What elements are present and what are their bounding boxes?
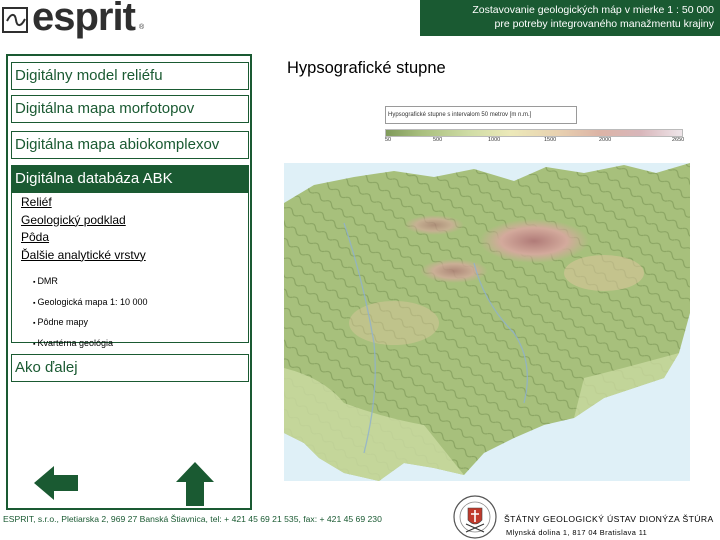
bullet-item: Pôdne mapy [33, 313, 248, 334]
logo-text: esprit [32, 0, 136, 39]
menu-item-morfotopy[interactable]: Digitálna mapa morfotopov [11, 95, 249, 123]
project-title-line1: Zostavovanie geologických máp v mierke 1… [472, 4, 714, 16]
bullet-item: Geologická mapa 1: 10 000 [33, 293, 248, 314]
menu-item-databaza-abk-title[interactable]: Digitálna databáza ABK [12, 166, 248, 193]
legend-tick: 1500 [544, 137, 557, 143]
legend-tick: 50 [385, 137, 392, 143]
esprit-logo: esprit ® [2, 0, 162, 39]
arrow-up-icon[interactable] [170, 458, 220, 508]
page-title: Hypsografické stupne [287, 59, 446, 77]
bullet-list: DMR Geologická mapa 1: 10 000 Pôdne mapy… [12, 264, 248, 354]
footer-org-address: Mlynská dolina 1, 817 04 Bratislava 11 [506, 528, 648, 537]
project-title-bar: Zostavovanie geologických máp v mierke 1… [420, 0, 720, 36]
sub-link-geologicky-podklad[interactable]: Geologický podklad [21, 212, 248, 230]
menu-item-ako-dalej[interactable]: Ako ďalej [11, 354, 249, 382]
footer-address: ESPRIT, s.r.o., Pletiarska 2, 969 27 Ban… [3, 514, 382, 524]
project-title-line2: pre potreby integrovaného manažmentu kra… [494, 18, 714, 30]
legend-title: Hypsografické stupne s intervalom 50 met… [385, 106, 577, 124]
bullet-item: Kvartérna geológia [33, 334, 248, 355]
sub-link-dalsie-vrstvy[interactable]: Ďalšie analytické vrstvy [21, 247, 248, 265]
hypsometric-legend: Hypsografické stupne s intervalom 50 met… [385, 106, 687, 148]
legend-tick: 2000 [599, 137, 612, 143]
sub-link-poda[interactable]: Pôda [21, 229, 248, 247]
sub-link-list: Reliéf Geologický podklad Pôda Ďalšie an… [12, 193, 248, 264]
menu-item-databaza-abk: Digitálna databáza ABK Reliéf Geologický… [11, 165, 249, 348]
menu-item-dmr[interactable]: Digitálny model reliéfu [11, 62, 249, 90]
menu-item-abiokomplexy[interactable]: Digitálna mapa abiokomplexov [11, 131, 249, 159]
logo-registered-mark: ® [139, 24, 145, 31]
legend-tick: 2650 [672, 137, 685, 143]
slovakia-relief-map-image [284, 163, 690, 481]
sgudzs-seal-icon [453, 495, 497, 539]
sub-link-relief[interactable]: Reliéf [21, 194, 248, 212]
sidebar: Digitálny model reliéfu Digitálna mapa m… [6, 54, 252, 510]
arrow-left-icon[interactable] [32, 458, 82, 508]
legend-tick: 500 [433, 137, 443, 143]
hypsometric-map [284, 163, 690, 481]
bullet-item: DMR [33, 272, 248, 293]
logo-wave-icon [2, 7, 28, 33]
legend-color-ramp [385, 129, 683, 137]
footer-org-name: ŠTÁTNY GEOLOGICKÝ ÚSTAV DIONÝZA ŠTÚRA [504, 514, 714, 524]
legend-tick: 1000 [488, 137, 501, 143]
